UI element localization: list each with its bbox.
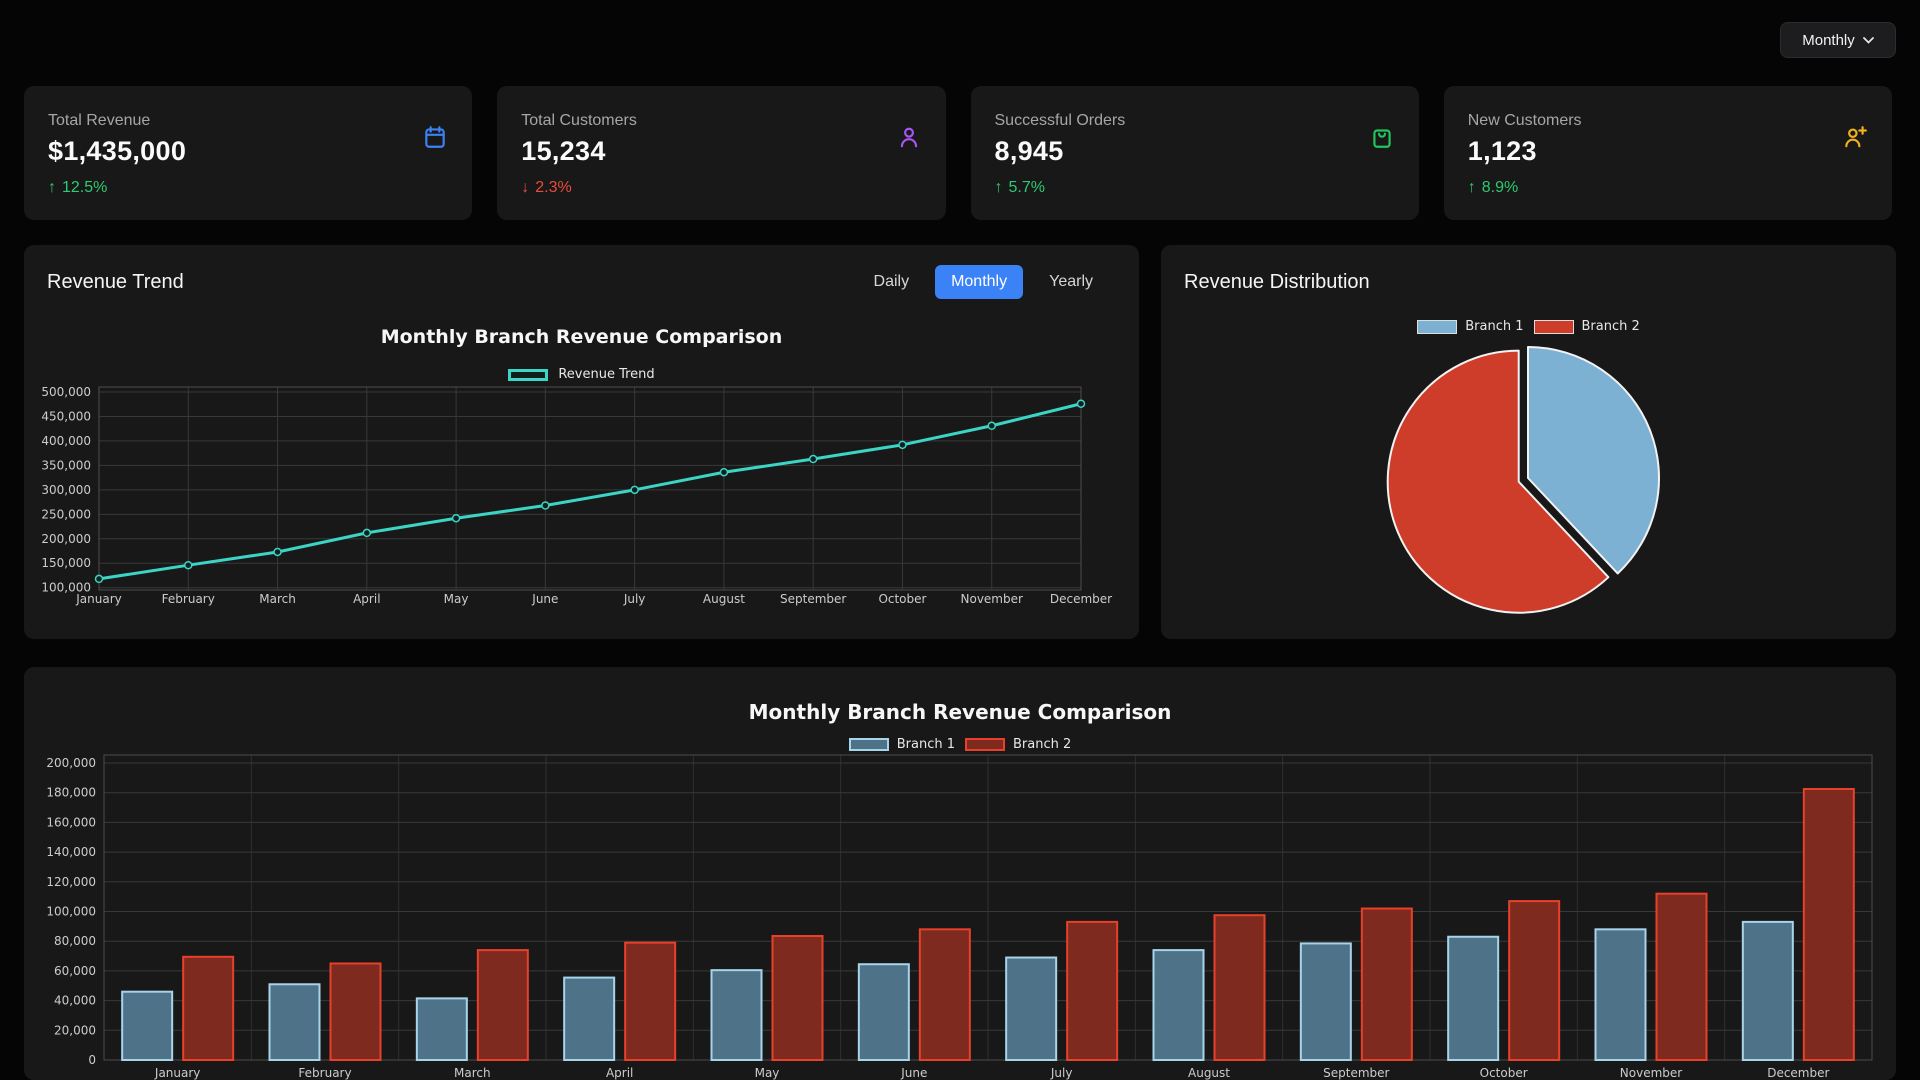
stat-card-label: New Customers bbox=[1467, 112, 1582, 129]
svg-text:200,000: 200,000 bbox=[46, 756, 96, 770]
revenue-trend-line-chart: January February March April May June July Augu… bbox=[41, 385, 1112, 606]
arrow-up-icon: ↑ bbox=[1467, 179, 1476, 196]
svg-text:120,000: 120,000 bbox=[46, 875, 96, 889]
stat-card-value: $1,435,000 bbox=[48, 136, 187, 166]
arrow-up-icon: ↑ bbox=[994, 179, 1003, 196]
svg-text:August: August bbox=[703, 592, 745, 606]
user-icon bbox=[896, 124, 922, 150]
stat-cards-row: Total Revenue $1,435,000 ↑ 12.5% Total Cu… bbox=[24, 86, 1892, 220]
svg-text:80,000: 80,000 bbox=[54, 934, 96, 948]
svg-text:140,000: 140,000 bbox=[46, 845, 96, 859]
svg-text:0: 0 bbox=[88, 1053, 96, 1067]
svg-text:May: May bbox=[444, 592, 469, 606]
stat-card-label: Successful Orders bbox=[994, 112, 1126, 129]
timeframe-select-value: Monthly bbox=[1802, 31, 1855, 49]
stat-card-label: Total Revenue bbox=[48, 112, 151, 129]
user-plus-icon bbox=[1842, 124, 1868, 150]
svg-text:June: June bbox=[900, 1066, 927, 1080]
stat-card-delta: ↓ 2.3% bbox=[521, 179, 572, 196]
stat-card-label: Total Customers bbox=[521, 112, 637, 129]
svg-text:April: April bbox=[606, 1066, 633, 1080]
calendar-icon bbox=[422, 124, 448, 150]
arrow-up-icon: ↑ bbox=[48, 179, 56, 196]
svg-text:450,000: 450,000 bbox=[41, 409, 91, 423]
svg-text:250,000: 250,000 bbox=[41, 507, 91, 521]
stat-card-delta: ↑ 8.9% bbox=[1467, 179, 1519, 196]
stat-card-delta: ↑ 5.7% bbox=[994, 179, 1045, 196]
svg-text:200,000: 200,000 bbox=[41, 532, 91, 546]
svg-text:500,000: 500,000 bbox=[41, 385, 91, 399]
svg-text:160,000: 160,000 bbox=[46, 815, 96, 829]
svg-text:150,000: 150,000 bbox=[41, 556, 91, 570]
svg-text:November: November bbox=[961, 592, 1023, 606]
timeframe-select[interactable]: Monthly bbox=[1780, 22, 1896, 58]
stat-card-total-revenue: Total Revenue $1,435,000 ↑ 12.5% bbox=[24, 86, 473, 220]
svg-text:February: February bbox=[298, 1066, 351, 1080]
svg-text:May: May bbox=[755, 1066, 780, 1080]
monthly-comparison-panel: Monthly Branch Revenue Comparison Branch… bbox=[24, 667, 1896, 1080]
shopping-bag-icon bbox=[1369, 124, 1395, 150]
svg-text:December: December bbox=[1767, 1066, 1829, 1080]
revenue-distribution-pie-chart bbox=[1386, 346, 1660, 614]
svg-text:September: September bbox=[780, 592, 846, 606]
svg-text:40,000: 40,000 bbox=[54, 994, 96, 1008]
svg-text:100,000: 100,000 bbox=[41, 581, 91, 595]
revenue-distribution-panel: Revenue Distribution Branch 1 Branch 2 bbox=[1161, 245, 1896, 639]
arrow-down-icon: ↓ bbox=[521, 179, 530, 196]
svg-text:300,000: 300,000 bbox=[41, 483, 91, 497]
svg-text:March: March bbox=[454, 1066, 491, 1080]
svg-text:October: October bbox=[1480, 1066, 1528, 1080]
chevron-down-icon bbox=[1862, 36, 1874, 44]
svg-text:November: November bbox=[1620, 1066, 1682, 1080]
svg-text:July: July bbox=[1050, 1066, 1073, 1080]
svg-text:July: July bbox=[623, 592, 646, 606]
stat-card-value: 1,123 bbox=[1467, 136, 1537, 166]
svg-text:February: February bbox=[162, 592, 215, 606]
svg-text:60,000: 60,000 bbox=[54, 964, 96, 978]
stat-card-total-customers: Total Customers 15,234 ↓ 2.3% bbox=[497, 86, 946, 220]
svg-text:400,000: 400,000 bbox=[41, 434, 91, 448]
svg-text:June: June bbox=[531, 592, 558, 606]
revenue-trend-panel: Revenue Trend Daily Monthly Yearly Month… bbox=[24, 245, 1139, 639]
svg-text:October: October bbox=[878, 592, 926, 606]
svg-text:January: January bbox=[154, 1066, 201, 1080]
stat-card-successful-orders: Successful Orders 8,945 ↑ 5.7% bbox=[970, 86, 1419, 220]
svg-text:September: September bbox=[1323, 1066, 1389, 1080]
svg-text:March: March bbox=[259, 592, 296, 606]
svg-text:100,000: 100,000 bbox=[46, 905, 96, 919]
svg-text:April: April bbox=[353, 592, 380, 606]
svg-text:180,000: 180,000 bbox=[46, 786, 96, 800]
svg-text:August: August bbox=[1188, 1066, 1230, 1080]
stat-card-value: 15,234 bbox=[521, 136, 606, 166]
stat-card-new-customers: New Customers 1,123 ↑ 8.9% bbox=[1443, 86, 1892, 220]
stat-card-value: 8,945 bbox=[994, 136, 1064, 166]
monthly-branch-bar-chart: 0 20,000 40,000 60,000 80,000 100,000 120,000 1… bbox=[46, 754, 1873, 1080]
svg-text:350,000: 350,000 bbox=[41, 458, 91, 472]
svg-text:December: December bbox=[1050, 592, 1112, 606]
svg-text:20,000: 20,000 bbox=[54, 1023, 96, 1037]
stat-card-delta: ↑ 12.5% bbox=[48, 179, 108, 196]
